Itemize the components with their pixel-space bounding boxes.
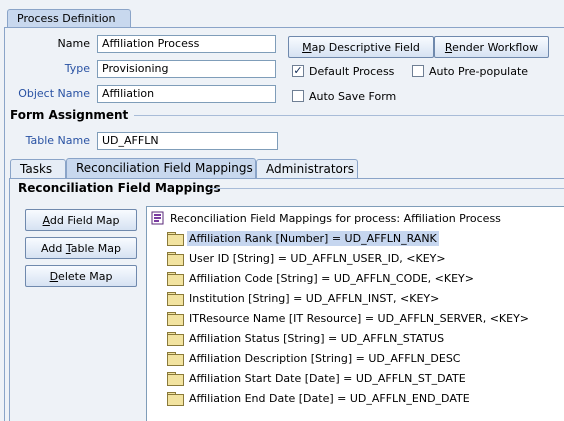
tree-item-affiliation-end-date[interactable]: Affiliation End Date [Date] = UD_AFFLN_E… [167, 390, 472, 406]
add-table-map-post: able Map [70, 242, 121, 255]
tab-process-definition[interactable]: Process Definition [7, 9, 131, 28]
tree-item-affiliation-status[interactable]: Affiliation Status [String] = UD_AFFLN_S… [167, 330, 446, 346]
tree-item-label: Affiliation Status [String] = UD_AFFLN_S… [189, 331, 445, 345]
folder-icon [167, 272, 184, 286]
folder-icon [167, 292, 184, 306]
map-descriptive-label-rest: ap Descriptive Field [311, 41, 420, 54]
render-workflow-mnemonic: R [444, 41, 453, 54]
form-assignment-title: Form Assignment [10, 108, 129, 122]
auto-save-form-label: Auto Save Form [309, 90, 397, 103]
tree-item-affiliation-start-date[interactable]: Affiliation Start Date [Date] = UD_AFFLN… [167, 370, 468, 386]
delete-map-button[interactable]: Delete Map [25, 265, 137, 287]
render-workflow-button[interactable]: Render Workflow [434, 36, 549, 58]
tree-item-label: ITResource Name [IT Resource] = UD_AFFLN… [189, 311, 530, 325]
add-table-map-pre: Add [41, 242, 66, 255]
tree-item-label: Affiliation Start Date [Date] = UD_AFFLN… [189, 371, 466, 385]
tab-administrators-label: Administrators [266, 162, 355, 176]
add-field-map-post: dd Field Map [49, 214, 120, 227]
tree-item-itresource-name[interactable]: ITResource Name [IT Resource] = UD_AFFLN… [167, 310, 531, 326]
tree-item-label: Affiliation Code [String] = UD_AFFLN_COD… [189, 271, 474, 285]
tree-item-affiliation-description[interactable]: Affiliation Description [String] = UD_AF… [167, 350, 463, 366]
folder-icon [167, 232, 184, 246]
default-process-checkbox[interactable]: ✓ [292, 65, 304, 77]
auto-prepopulate-label: Auto Pre-populate [429, 65, 529, 78]
tab-reconciliation-label: Reconciliation Field Mappings [76, 161, 253, 175]
default-process-label: Default Process [309, 65, 395, 78]
table-name-field[interactable]: UD_AFFLN [97, 132, 278, 150]
tree-item-label: Affiliation End Date [Date] = UD_AFFLN_E… [189, 391, 470, 405]
add-table-map-button[interactable]: Add Table Map [25, 237, 137, 259]
auto-save-form-checkbox[interactable] [292, 90, 304, 102]
folder-icon [167, 392, 184, 406]
reconciliation-section-title: Reconciliation Field Mappings [18, 181, 221, 195]
tree-item-affiliation-code[interactable]: Affiliation Code [String] = UD_AFFLN_COD… [167, 270, 476, 286]
form-assignment-divider [134, 115, 564, 116]
add-field-map-mnemonic: A [42, 214, 50, 227]
table-name-label: Table Name [25, 134, 90, 147]
map-descriptive-mnemonic: M [302, 41, 312, 54]
tree-item-label: Affiliation Rank [Number] = UD_AFFLN_RAN… [187, 230, 439, 246]
tab-process-definition-label: Process Definition [17, 12, 116, 25]
tab-tasks-label: Tasks [20, 162, 53, 176]
tab-tasks[interactable]: Tasks [10, 159, 66, 178]
auto-prepopulate-checkbox[interactable] [412, 65, 424, 77]
tab-administrators[interactable]: Administrators [256, 159, 358, 178]
tree-item-label: User ID [String] = UD_AFFLN_USER_ID, <KE… [189, 251, 446, 265]
type-field[interactable]: Provisioning [97, 60, 276, 78]
folder-icon [167, 312, 184, 326]
map-descriptive-field-button[interactable]: Map Descriptive Field [288, 36, 434, 58]
render-workflow-label-rest: ender Workflow [452, 41, 539, 54]
tree-item-affiliation-rank[interactable]: Affiliation Rank [Number] = UD_AFFLN_RAN… [167, 230, 439, 246]
tab-reconciliation-field-mappings[interactable]: Reconciliation Field Mappings [66, 158, 256, 178]
type-label: Type [64, 62, 90, 75]
add-field-map-button[interactable]: Add Field Map [25, 209, 137, 231]
tree-root-label: Reconciliation Field Mappings for proces… [170, 211, 501, 225]
delete-map-post: elete Map [58, 270, 113, 283]
folder-icon [167, 332, 184, 346]
tree-item-institution[interactable]: Institution [String] = UD_AFFLN_INST, <K… [167, 290, 441, 306]
tree-item-label: Affiliation Description [String] = UD_AF… [189, 351, 461, 365]
object-name-label: Object Name [18, 87, 90, 100]
reconciliation-divider [209, 188, 564, 189]
tree-item-user-id[interactable]: User ID [String] = UD_AFFLN_USER_ID, <KE… [167, 250, 448, 266]
tree-item-label: Institution [String] = UD_AFFLN_INST, <K… [189, 291, 440, 305]
mappings-tree[interactable]: Reconciliation Field Mappings for proces… [146, 206, 564, 421]
process-icon [151, 211, 164, 225]
name-label: Name [57, 37, 90, 50]
tree-root[interactable]: Reconciliation Field Mappings for proces… [151, 210, 501, 226]
folder-icon [167, 252, 184, 266]
folder-icon [167, 372, 184, 386]
folder-icon [167, 352, 184, 366]
name-field[interactable]: Affiliation Process [97, 35, 276, 53]
object-name-field[interactable]: Affiliation [97, 85, 276, 103]
delete-map-mnemonic: D [49, 270, 59, 283]
